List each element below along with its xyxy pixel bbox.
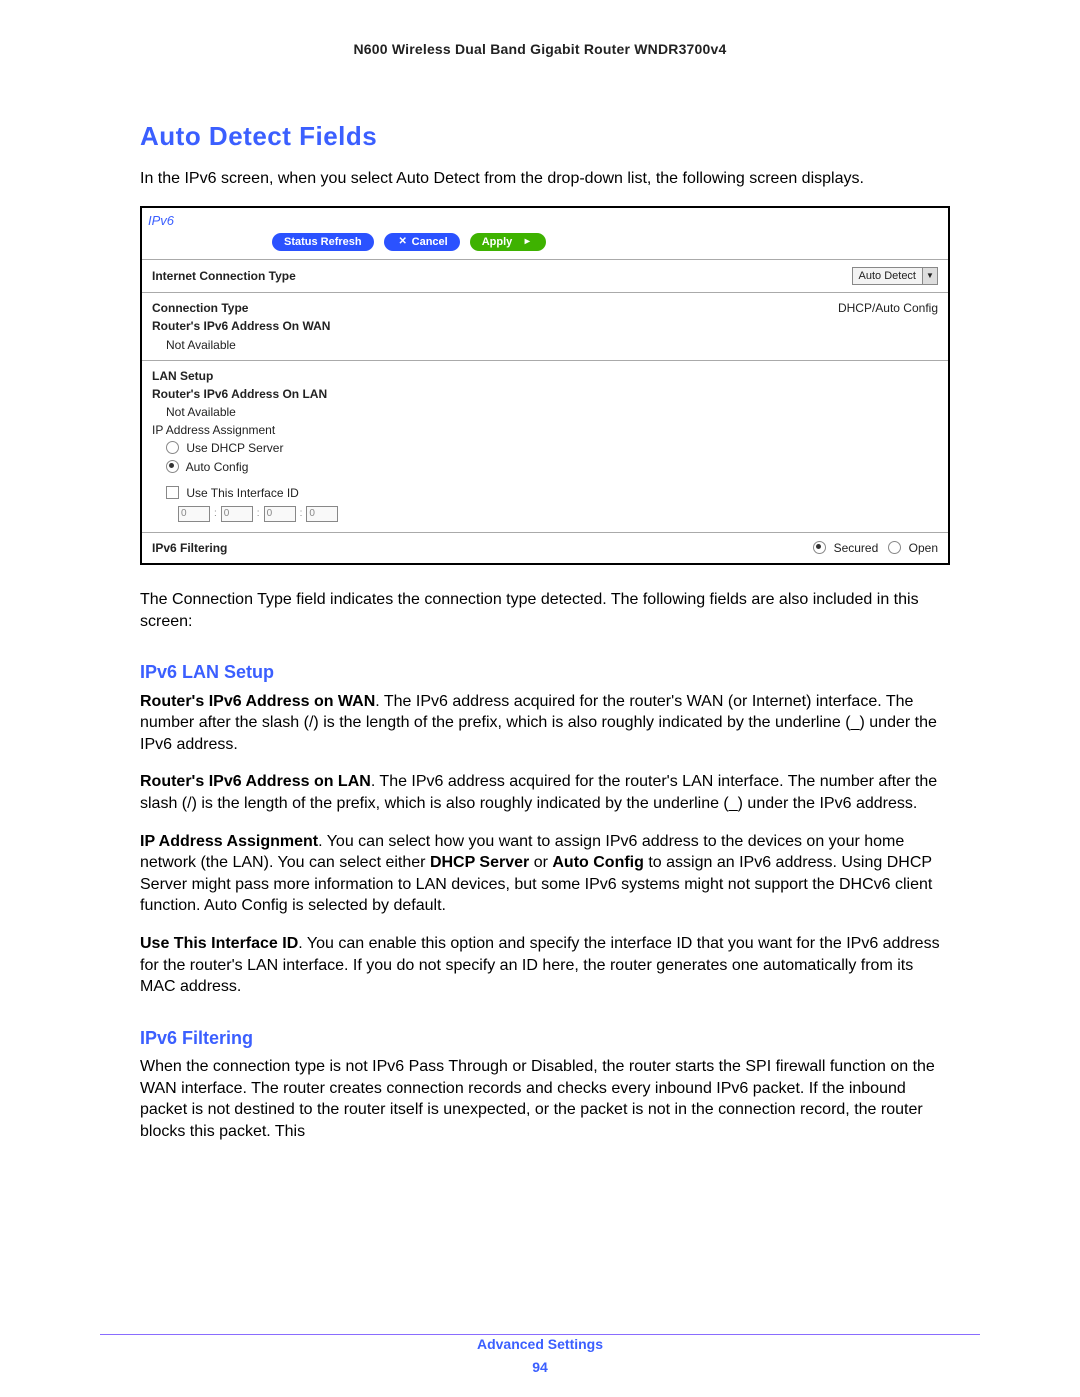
connection-type-value: DHCP/Auto Config [838, 300, 938, 316]
lan-paragraph-2: Router's IPv6 Address on LAN. The IPv6 a… [140, 771, 950, 814]
lan-p3-mid2: or [529, 854, 552, 871]
option-label: Open [909, 541, 938, 555]
interface-id-field-1[interactable]: 0 [178, 506, 210, 522]
filtering-paragraph-1: When the connection type is not IPv6 Pas… [140, 1056, 950, 1142]
option-label: Use This Interface ID [186, 486, 299, 500]
auto-config-option[interactable]: Auto Config [166, 459, 248, 475]
chevron-down-icon: ▼ [922, 268, 937, 284]
option-label: Use DHCP Server [186, 441, 283, 455]
cancel-button[interactable]: ✕ Cancel [384, 233, 460, 251]
radio-icon [888, 541, 901, 554]
connection-type-label: Connection Type [152, 300, 248, 316]
internet-connection-type-label: Internet Connection Type [152, 268, 296, 284]
option-label: Secured [834, 541, 879, 555]
lan-p1-bold: Router's IPv6 Address on WAN [140, 693, 375, 710]
document-header: N600 Wireless Dual Band Gigabit Router W… [0, 40, 1080, 59]
radio-icon [166, 441, 179, 454]
button-label: Apply [482, 235, 513, 250]
ipv6-lan-setup-heading: IPv6 LAN Setup [140, 660, 950, 684]
lan-p4-bold: Use This Interface ID [140, 935, 298, 952]
ip-address-assignment-label: IP Address Assignment [152, 422, 275, 438]
page-footer: Advanced Settings 94 [0, 1335, 1080, 1377]
status-refresh-button[interactable]: Status Refresh [272, 233, 374, 251]
lan-paragraph-1: Router's IPv6 Address on WAN. The IPv6 a… [140, 691, 950, 756]
filtering-open-option[interactable]: Open [888, 541, 938, 555]
footer-section-name: Advanced Settings [0, 1335, 1080, 1354]
radio-icon [813, 541, 826, 554]
button-label: Cancel [412, 235, 448, 250]
use-interface-id-option[interactable]: Use This Interface ID [166, 485, 299, 501]
button-label: Status Refresh [284, 235, 362, 250]
section-title: Auto Detect Fields [140, 119, 950, 154]
lan-p3-bold2: DHCP Server [430, 854, 529, 871]
panel-button-row: Status Refresh ✕ Cancel Apply ▸ [142, 231, 948, 259]
use-dhcp-option[interactable]: Use DHCP Server [166, 440, 283, 456]
checkbox-icon [166, 486, 179, 499]
after-panel-paragraph: The Connection Type field indicates the … [140, 589, 950, 632]
apply-arrow-icon: ▸ [520, 235, 534, 249]
lan-p3-bold3: Auto Config [552, 854, 644, 871]
close-icon: ✕ [396, 235, 410, 249]
interface-id-field-2[interactable]: 0 [221, 506, 253, 522]
ipv6-screenshot-panel: IPv6 Status Refresh ✕ Cancel Apply ▸ Int… [140, 206, 950, 566]
lan-paragraph-4: Use This Interface ID. You can enable th… [140, 933, 950, 998]
ipv6-filtering-heading: IPv6 Filtering [140, 1026, 950, 1050]
lan-setup-heading: LAN Setup [152, 368, 213, 384]
lan-address-value: Not Available [166, 404, 236, 420]
select-value: Auto Detect [853, 269, 922, 284]
lan-paragraph-3: IP Address Assignment. You can select ho… [140, 831, 950, 917]
panel-title: IPv6 [142, 208, 948, 232]
apply-button[interactable]: Apply ▸ [470, 233, 547, 251]
interface-id-field-4[interactable]: 0 [306, 506, 338, 522]
interface-id-fields: 0: 0: 0: 0 [152, 502, 938, 526]
footer-page-number: 94 [0, 1358, 1080, 1377]
interface-id-field-3[interactable]: 0 [264, 506, 296, 522]
ipv6-filtering-options: Secured Open [813, 540, 938, 556]
option-label: Auto Config [186, 460, 249, 474]
ipv6-filtering-label: IPv6 Filtering [152, 540, 227, 556]
lan-address-label: Router's IPv6 Address On LAN [152, 386, 327, 402]
wan-address-value: Not Available [166, 337, 236, 353]
intro-paragraph: In the IPv6 screen, when you select Auto… [140, 168, 950, 190]
lan-p3-bold: IP Address Assignment [140, 833, 318, 850]
wan-address-label: Router's IPv6 Address On WAN [152, 318, 330, 334]
internet-connection-type-select[interactable]: Auto Detect ▼ [852, 267, 938, 285]
lan-p2-bold: Router's IPv6 Address on LAN [140, 773, 371, 790]
radio-icon [166, 460, 179, 473]
filtering-secured-option[interactable]: Secured [813, 541, 881, 555]
